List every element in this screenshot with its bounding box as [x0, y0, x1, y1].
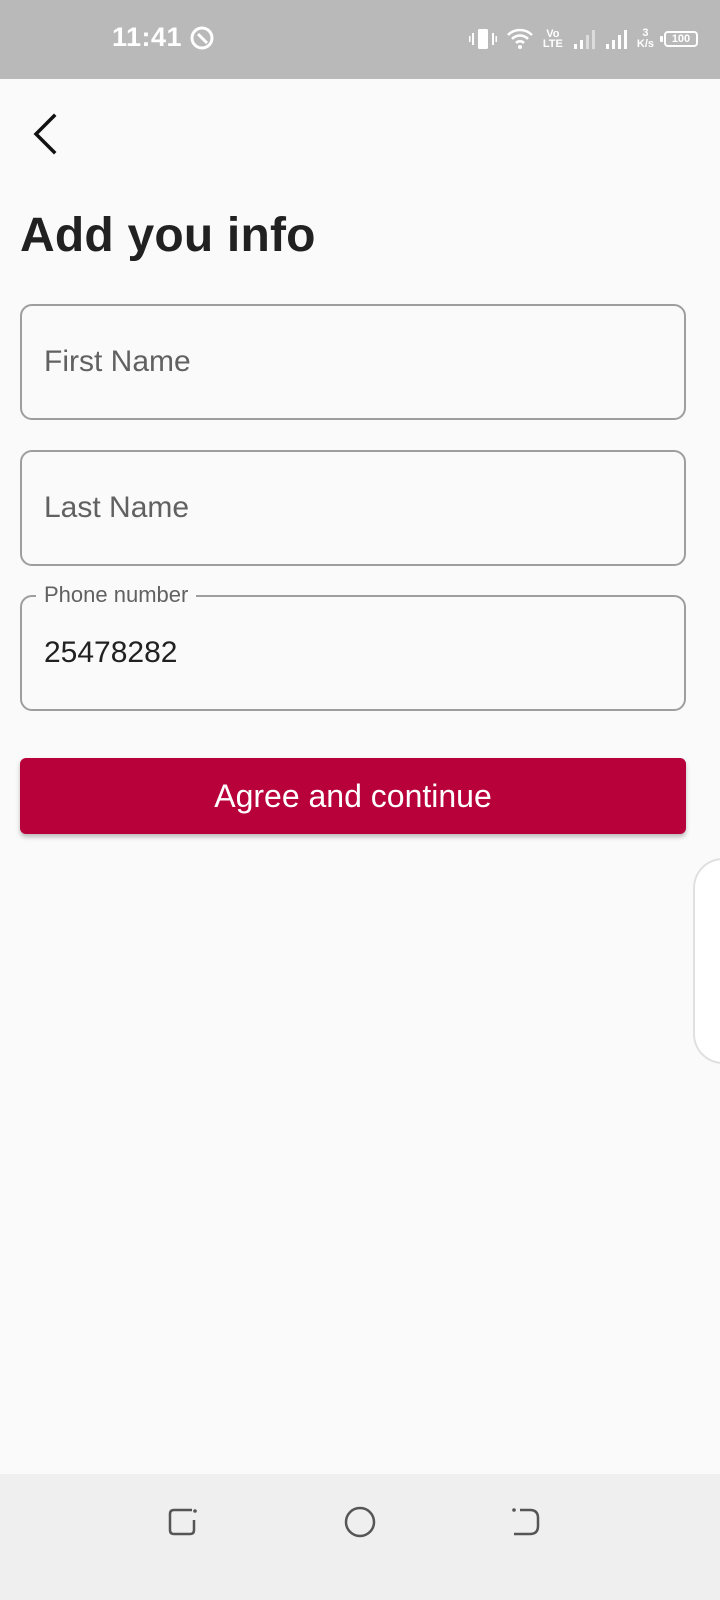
phone-number-input[interactable]: [44, 597, 664, 709]
vibrate-icon: [468, 29, 497, 49]
back-nav-icon[interactable]: [510, 1502, 550, 1542]
page-title: Add you info: [20, 209, 316, 262]
first-name-input[interactable]: [44, 306, 664, 418]
last-name-field[interactable]: [20, 450, 686, 566]
volte-indicator: Vo LTE: [542, 29, 563, 50]
wifi-icon: [507, 28, 533, 49]
battery-level: 100: [671, 33, 691, 45]
phone-number-field[interactable]: Phone number: [20, 582, 686, 711]
status-time: 11:41: [112, 22, 183, 52]
back-arrow-icon[interactable]: [24, 112, 68, 156]
first-name-field[interactable]: [20, 304, 686, 420]
agree-continue-button[interactable]: Agree and continue: [20, 758, 686, 834]
last-name-input[interactable]: [44, 452, 664, 564]
battery-icon: 100: [660, 31, 698, 47]
notification-q-icon: [190, 26, 214, 50]
signal-icon-sim1: [573, 30, 595, 49]
navigation-bar: [0, 1474, 720, 1600]
recent-apps-icon[interactable]: [164, 1502, 204, 1542]
home-icon[interactable]: [340, 1502, 380, 1542]
status-icons: Vo LTE 3 K/s 100: [468, 24, 698, 54]
signal-icon-sim2: [605, 30, 627, 49]
network-speed-unit: K/s: [636, 38, 654, 50]
edge-panel-handle[interactable]: [693, 858, 720, 1064]
network-speed: 3 K/s: [637, 28, 654, 50]
volte-bottom-label: LTE: [542, 38, 563, 50]
status-bar: 11:41 Vo LTE 3 K/s 100: [0, 0, 720, 79]
